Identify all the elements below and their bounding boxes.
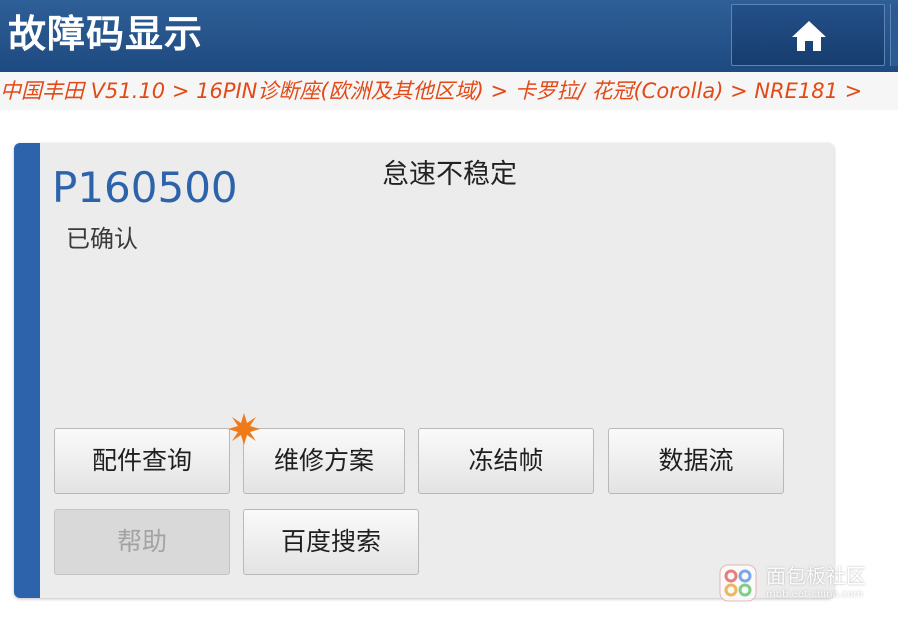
- watermark: 面包板社区 mbb.eet-china.com: [718, 563, 894, 607]
- home-icon: [792, 21, 826, 51]
- repair-plan-button[interactable]: 维修方案: [243, 428, 405, 494]
- data-stream-button[interactable]: 数据流: [608, 428, 784, 494]
- watermark-logo-icon: [719, 564, 757, 602]
- card-accent-bar: [14, 143, 40, 598]
- dtc-description: 怠速不稳定: [382, 159, 517, 190]
- page-title: 故障码显示: [8, 12, 204, 56]
- freeze-frame-button[interactable]: 冻结帧: [418, 428, 594, 494]
- baidu-search-button[interactable]: 百度搜索: [243, 509, 419, 575]
- dtc-card: P160500 已确认 怠速不稳定 配件查询 维修方案 冻结帧 数据流 帮助 百…: [14, 143, 834, 598]
- parts-query-button[interactable]: 配件查询: [54, 428, 230, 494]
- header-overflow-button[interactable]: [890, 4, 898, 66]
- breadcrumb: 中国丰田 V51.10 > 16PIN诊断座(欧洲及其他区域) > 卡罗拉/ 花…: [0, 72, 898, 110]
- watermark-title: 面包板社区: [766, 564, 866, 588]
- help-button[interactable]: 帮助: [54, 509, 230, 575]
- app-header: 故障码显示: [0, 0, 898, 72]
- watermark-url: mbb.eet-china.com: [766, 589, 864, 600]
- dtc-status: 已确认: [66, 225, 138, 253]
- new-star-icon: [228, 413, 260, 445]
- dtc-code: P160500: [52, 163, 238, 212]
- home-button[interactable]: [731, 4, 885, 66]
